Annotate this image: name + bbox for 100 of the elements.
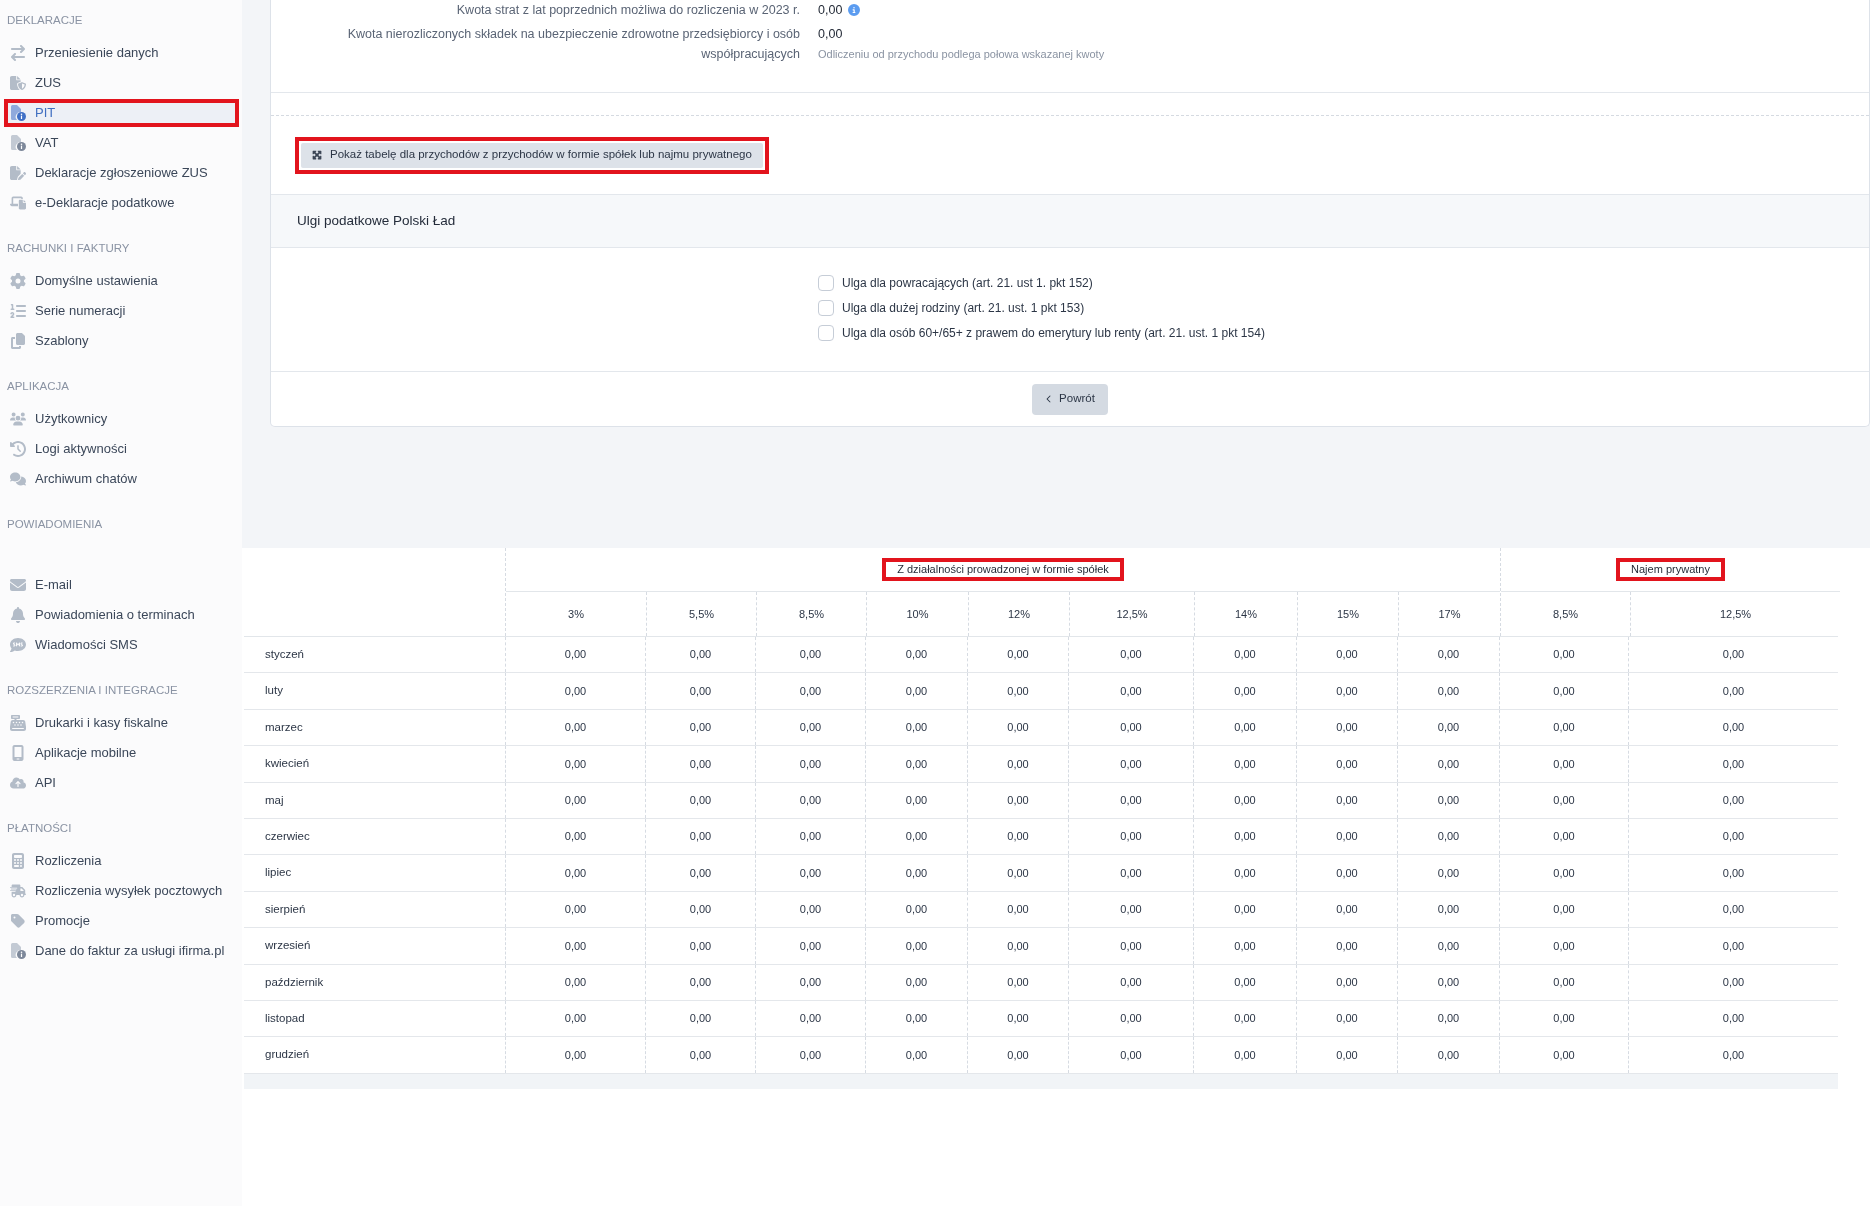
row-label: sierpień xyxy=(264,901,307,917)
table-cell: 0,00 xyxy=(1397,964,1499,1000)
checkbox[interactable] xyxy=(818,299,834,316)
table-cell: 0,00 xyxy=(1628,964,1838,1000)
column-header: 8,5% xyxy=(756,592,866,636)
field-value: 0,00 xyxy=(818,1,843,19)
table-cell: 0,00 xyxy=(1068,709,1193,746)
table-cell: 0,00 xyxy=(1628,891,1838,928)
table-cell: 0,00 xyxy=(755,1000,865,1037)
table-cell: 0,00 xyxy=(755,637,865,673)
tag-icon xyxy=(10,913,26,929)
checkbox-label[interactable]: Ulga dla dużej rodziny (art. 21. ust. 1 pkt 153) xyxy=(842,298,1085,317)
file-info-icon xyxy=(10,943,26,959)
section-header: Ulgi podatkowe Polski Ład xyxy=(271,194,1869,248)
sidebar-item[interactable]: Powiadomienia o terminach xyxy=(8,605,235,625)
table-cell: 0,00 xyxy=(1397,637,1499,673)
show-table-button[interactable]: Pokaż tabelę dla przychodów z przychodów w formie spółek lub najmu prywatnego xyxy=(301,142,763,168)
table-cell: 0,00 xyxy=(1068,964,1193,1000)
table-cell: 0,00 xyxy=(967,964,1068,1000)
table-cell: 0,00 xyxy=(1499,746,1628,782)
sidebar-item[interactable]: VAT xyxy=(8,133,235,153)
info-icon[interactable] xyxy=(848,4,861,16)
table-cell: 0,00 xyxy=(1628,855,1838,891)
table-cell: 0,00 xyxy=(1499,637,1628,673)
table-cell: 0,00 xyxy=(1068,746,1193,782)
row-label: luty xyxy=(264,683,284,699)
bell-icon xyxy=(10,607,26,623)
sidebar-item[interactable]: Dane do faktur za usługi ifirma.pl xyxy=(8,941,235,961)
section-heading: ROZSZERZENIA I INTEGRACJE xyxy=(6,683,179,698)
checkbox-label[interactable]: Ulga dla osób 60+/65+ z prawem do emerytury lub renty (art. 21. ust. 1 pkt 154) xyxy=(842,323,1265,342)
column-group-header: Z działalności prowadzonej w formie spółek xyxy=(897,562,1109,578)
sidebar-item[interactable]: E-mail xyxy=(8,575,235,595)
truck-icon xyxy=(10,883,26,899)
table-cell: 0,00 xyxy=(967,782,1068,818)
row-label: lipiec xyxy=(264,865,293,881)
table-cell: 0,00 xyxy=(645,782,755,818)
gear-icon xyxy=(10,273,26,289)
sidebar-item[interactable]: Promocje xyxy=(8,911,235,931)
column-header: 5,5% xyxy=(646,592,756,636)
checkbox[interactable] xyxy=(818,324,834,341)
table-cell: 0,00 xyxy=(1397,891,1499,928)
sidebar-item[interactable]: Serie numeracji xyxy=(8,301,235,321)
sidebar-item[interactable]: Archiwum chatów xyxy=(8,469,235,489)
table-cell: 0,00 xyxy=(505,1037,645,1073)
checkbox-label[interactable]: Ulga dla powracających (art. 21. ust 1. pkt 152) xyxy=(842,273,1093,292)
table-cell: 0,00 xyxy=(865,782,967,818)
table-cell: 0,00 xyxy=(1499,855,1628,891)
table-cell: 0,00 xyxy=(505,1000,645,1037)
sms-bubble-icon xyxy=(10,637,26,653)
history-icon xyxy=(10,441,26,457)
sidebar-item[interactable]: Przeniesienie danych xyxy=(8,43,235,63)
sidebar-item[interactable]: Logi aktywności xyxy=(8,439,235,459)
sidebar-item[interactable]: ZUS xyxy=(8,73,235,93)
column-header: 17% xyxy=(1398,592,1500,636)
table-cell: 0,00 xyxy=(1068,891,1193,928)
sidebar-item[interactable]: Aplikacje mobilne xyxy=(8,743,235,763)
table-cell: 0,00 xyxy=(1193,673,1296,709)
table-cell: 0,00 xyxy=(1499,891,1628,928)
sidebar-item[interactable]: Rozliczenia xyxy=(8,851,235,871)
table-cell: 0,00 xyxy=(645,928,755,964)
table-cell: 0,00 xyxy=(1193,1000,1296,1037)
sidebar-item[interactable]: Wiadomości SMS xyxy=(8,635,235,655)
chat-bubbles-icon xyxy=(10,471,26,487)
table-cell: 0,00 xyxy=(865,709,967,746)
table-cell: 0,00 xyxy=(1068,637,1193,673)
table-cell: 0,00 xyxy=(645,746,755,782)
sidebar-item[interactable]: API xyxy=(8,773,235,793)
field-label: Kwota nierozliczonych składek na ubezpieczenie zdrowotne przedsiębiorcy i osób współpracujących xyxy=(346,26,800,63)
table-cell: 0,00 xyxy=(755,818,865,855)
sidebar-item[interactable]: e-Deklaracje podatkowe xyxy=(8,193,235,213)
table-cell: 0,00 xyxy=(1296,1000,1397,1037)
file-pen-icon xyxy=(10,165,26,181)
table-cell: 0,00 xyxy=(1397,782,1499,818)
sidebar-item[interactable]: Drukarki i kasy fiskalne xyxy=(8,713,235,733)
table-cell: 0,00 xyxy=(1397,1037,1499,1073)
sidebar-item[interactable]: PIT xyxy=(8,103,235,123)
table-cell: 0,00 xyxy=(1296,746,1397,782)
column-header: 14% xyxy=(1194,592,1297,636)
table-cell: 0,00 xyxy=(967,1000,1068,1037)
sidebar-item[interactable]: Domyślne ustawienia xyxy=(8,271,235,291)
sidebar-item[interactable]: Deklaracje zgłoszeniowe ZUS xyxy=(8,163,235,183)
table-cell: 0,00 xyxy=(1499,782,1628,818)
sidebar-item[interactable]: Użytkownicy xyxy=(8,409,235,429)
table-cell: 0,00 xyxy=(1628,709,1838,746)
sidebar-item[interactable]: Szablony xyxy=(8,331,235,351)
table-cell: 0,00 xyxy=(967,1037,1068,1073)
row-label: grudzień xyxy=(264,1047,311,1063)
table-cell: 0,00 xyxy=(967,818,1068,855)
sidebar-item[interactable]: Rozliczenia wysyłek pocztowych xyxy=(8,881,235,901)
table-cell: 0,00 xyxy=(1193,891,1296,928)
table-cell: 0,00 xyxy=(1296,855,1397,891)
table-cell: 0,00 xyxy=(1296,782,1397,818)
table-cell: 0,00 xyxy=(1193,782,1296,818)
calculator-icon xyxy=(10,853,26,869)
table-cell: 0,00 xyxy=(505,928,645,964)
table-cell: 0,00 xyxy=(755,855,865,891)
back-button[interactable]: Powrót xyxy=(1032,383,1108,415)
checkbox[interactable] xyxy=(818,274,834,291)
table-cell: 0,00 xyxy=(755,746,865,782)
laptop-file-icon xyxy=(10,195,26,211)
